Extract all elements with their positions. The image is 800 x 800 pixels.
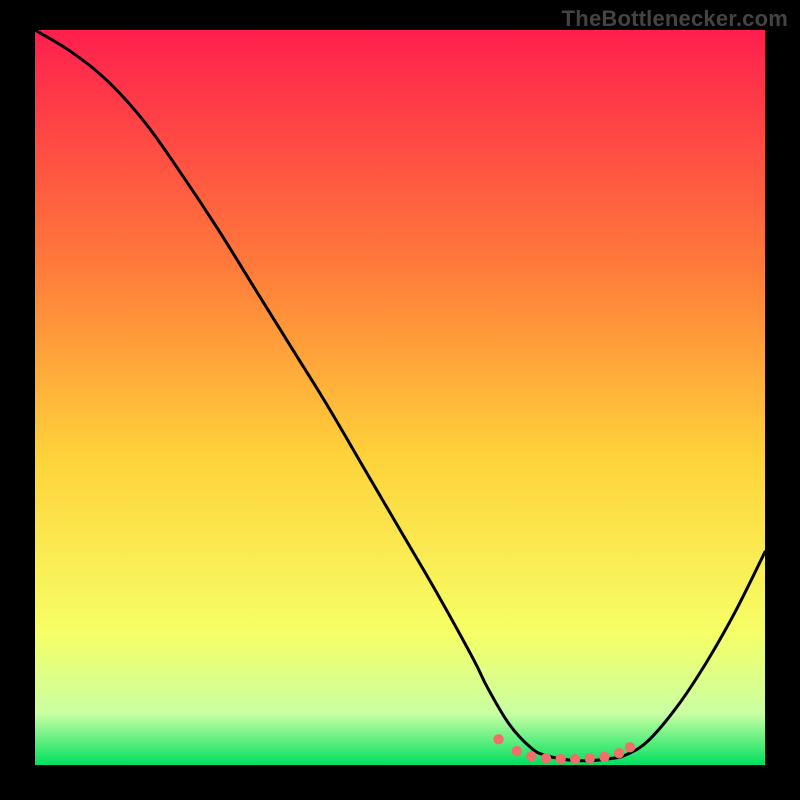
gradient-background bbox=[35, 30, 765, 765]
highlight-dot bbox=[526, 751, 536, 761]
plot-area bbox=[35, 30, 765, 765]
highlight-dot bbox=[541, 753, 551, 763]
highlight-dot bbox=[512, 746, 522, 756]
highlight-dot bbox=[555, 754, 565, 764]
highlight-dot bbox=[585, 753, 595, 763]
watermark-text: TheBottlenecker.com bbox=[562, 6, 788, 32]
highlight-dot bbox=[625, 742, 635, 752]
highlight-dot bbox=[493, 734, 503, 744]
bottleneck-chart bbox=[35, 30, 765, 765]
chart-frame: TheBottlenecker.com bbox=[0, 0, 800, 800]
highlight-dot bbox=[599, 752, 609, 762]
highlight-dot bbox=[614, 748, 624, 758]
highlight-dot bbox=[570, 754, 580, 764]
